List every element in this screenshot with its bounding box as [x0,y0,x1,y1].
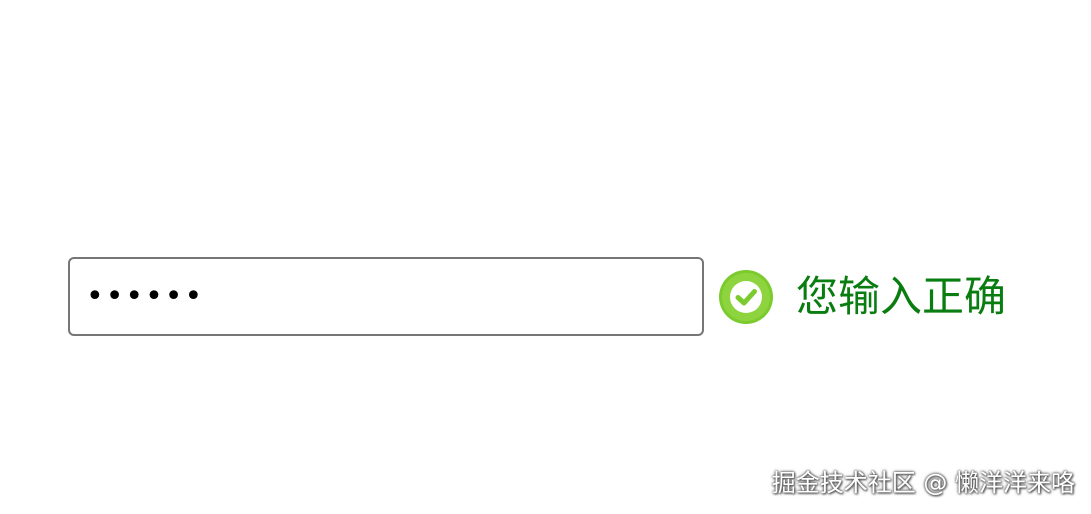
watermark: 掘金技术社区 @ 懒洋洋来咯 [771,469,1075,497]
validation-message: 您输入正确 [796,271,1007,321]
password-row: •••••• 您输入正确 [68,257,1006,336]
password-masked-value: •••••• [86,279,205,314]
validation-status: 您输入正确 [718,269,1006,325]
check-circle-icon [719,269,773,324]
password-input[interactable]: •••••• [68,257,704,336]
